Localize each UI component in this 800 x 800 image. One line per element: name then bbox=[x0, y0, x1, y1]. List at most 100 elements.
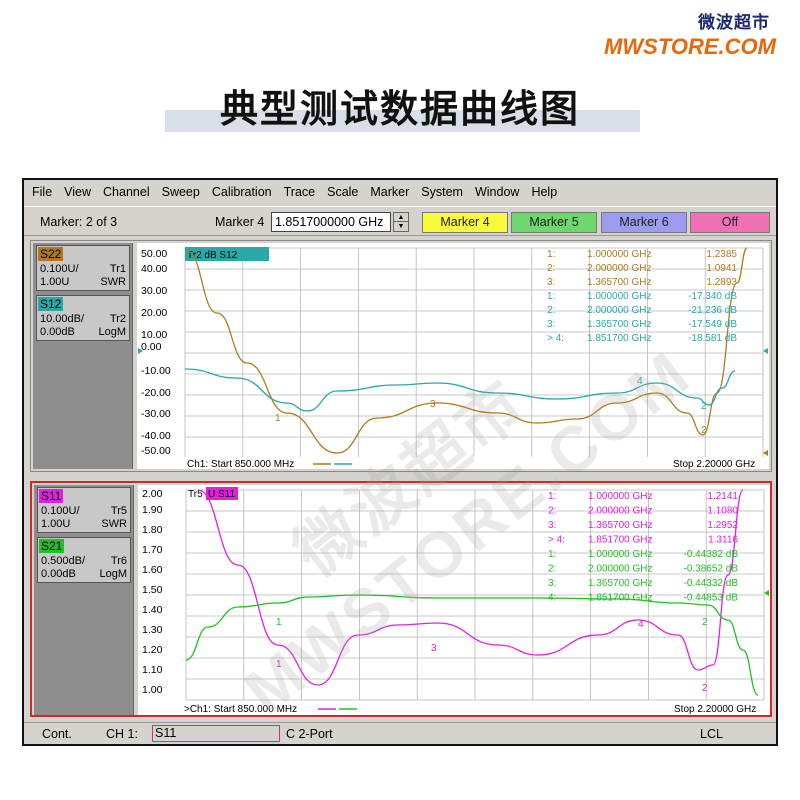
marker-readout-cell: 1.1080 bbox=[707, 506, 738, 517]
trace-box-s21[interactable]: S21 0.500dB/ Tr6 0.00dB LogM bbox=[37, 537, 131, 583]
marker-readout-cell: 1.3116 bbox=[708, 535, 738, 546]
menu-calibration[interactable]: Calibration bbox=[212, 185, 272, 199]
marker-tag: 1 bbox=[275, 413, 281, 424]
channel-1-trace-panel: S22 0.100U/ Tr1 1.00U SWR S12 10.00dB/ T… bbox=[33, 243, 133, 469]
marker-readout-cell: 1.2385 bbox=[706, 249, 737, 260]
trace-box-s12[interactable]: S12 10.00dB/ Tr2 0.00dB LogM bbox=[36, 295, 130, 341]
marker-tag: 3 bbox=[430, 399, 436, 410]
marker-readout-cell: > 4: bbox=[548, 535, 565, 546]
marker-off-button[interactable]: Off bbox=[690, 212, 770, 233]
trace-number: Tr1 bbox=[109, 263, 126, 275]
y-tick: -10.00 bbox=[141, 365, 171, 377]
marker-tags: 1 3 4 2 2 bbox=[275, 376, 707, 436]
marker-readout-cell: -0.38652 dB bbox=[684, 564, 739, 575]
remote-local-status: LCL bbox=[700, 727, 723, 741]
status-bar: Cont. CH 1: S11 C 2-Port LCL bbox=[24, 722, 776, 744]
menu-channel[interactable]: Channel bbox=[103, 185, 150, 199]
y-tick: 1.30 bbox=[142, 624, 163, 636]
menu-sweep[interactable]: Sweep bbox=[162, 185, 200, 199]
y-tick: 1.00 bbox=[142, 684, 163, 696]
marker-readout-cell: -0.44332 dB bbox=[684, 578, 739, 589]
channel-measurement-field[interactable]: S11 bbox=[152, 725, 280, 742]
marker-readout-cell: 3: bbox=[548, 520, 556, 531]
y-axis-ticks: 50.00 40.00 30.00 20.00 10.00 0.00 -10.0… bbox=[141, 248, 171, 457]
y-tick: 30.00 bbox=[141, 285, 167, 297]
brand-name-en: MWSTORE.COM bbox=[604, 34, 776, 59]
marker-readout-cell: 1.2893 bbox=[706, 277, 737, 288]
menu-view[interactable]: View bbox=[64, 185, 91, 199]
trace-scale: 0.500dB/ bbox=[41, 555, 86, 567]
marker-readout-cell: -18.581 dB bbox=[688, 333, 737, 344]
menu-scale[interactable]: Scale bbox=[327, 185, 358, 199]
y-tick: 40.00 bbox=[141, 263, 167, 275]
marker-readout-cell: 1: bbox=[547, 291, 555, 302]
spin-down-icon[interactable]: ▼ bbox=[394, 222, 408, 231]
marker-tag: 3 bbox=[431, 643, 437, 654]
calibration-status: C 2-Port bbox=[286, 727, 333, 741]
active-trace-label: Tr2 dB S12 bbox=[187, 250, 238, 261]
trace-format: LogM bbox=[98, 326, 126, 338]
menu-marker[interactable]: Marker bbox=[370, 185, 409, 199]
marker-tag: 1 bbox=[276, 659, 282, 670]
channel-label: CH 1: bbox=[106, 727, 138, 741]
y-tick: -50.00 bbox=[141, 445, 171, 457]
spin-up-icon[interactable]: ▲ bbox=[394, 213, 408, 222]
marker-frequency-input[interactable] bbox=[271, 212, 391, 232]
marker-readout-cell: 1.365700 GHz bbox=[588, 520, 653, 531]
menu-file[interactable]: File bbox=[32, 185, 52, 199]
marker-tag: 2 bbox=[702, 617, 708, 628]
marker-6-button[interactable]: Marker 6 bbox=[601, 212, 687, 233]
marker-readout-cell: 2.000000 GHz bbox=[587, 263, 652, 274]
sweep-start: Ch1: Start 850.000 MHz bbox=[187, 459, 294, 469]
marker-tag: 2 bbox=[701, 401, 707, 412]
y-tick: 1.90 bbox=[142, 504, 163, 516]
y-tick: 1.70 bbox=[142, 544, 163, 556]
trace-scale: 0.100U/ bbox=[40, 263, 79, 275]
page-title: 典型测试数据曲线图 bbox=[219, 87, 580, 131]
channel-1-plot[interactable]: 50.00 40.00 30.00 20.00 10.00 0.00 -10.0… bbox=[137, 243, 769, 470]
trace-reference: 0.00dB bbox=[41, 568, 76, 580]
trace-number: Tr6 bbox=[110, 555, 127, 567]
marker-status: Marker: 2 of 3 bbox=[40, 215, 118, 229]
trace-box-s22[interactable]: S22 0.100U/ Tr1 1.00U SWR bbox=[36, 245, 130, 291]
reference-arrow-icon bbox=[763, 450, 768, 456]
marker-frequency-spinner[interactable]: ▲ ▼ bbox=[393, 212, 409, 232]
marker-tag: 1 bbox=[276, 617, 282, 628]
marker-readout-cell: 2: bbox=[548, 564, 556, 575]
menu-window[interactable]: Window bbox=[475, 185, 519, 199]
marker-tag: 2 bbox=[701, 425, 707, 436]
marker-readout-cell: 3: bbox=[548, 578, 556, 589]
marker-4-button[interactable]: Marker 4 bbox=[422, 212, 508, 233]
screenshot-root: 微波超市 MWSTORE.COM 典型测试数据曲线图 File View Cha… bbox=[0, 0, 800, 800]
marker-readout-table: 1: 1.000000 GHz 1.2141 2: 2.000000 GHz 1.1080… bbox=[548, 491, 738, 604]
trace-reference: 1.00U bbox=[41, 518, 71, 530]
y-tick: 20.00 bbox=[141, 307, 167, 319]
y-tick: 1.40 bbox=[142, 604, 163, 616]
marker-readout-cell: 2: bbox=[547, 305, 555, 316]
menu-system[interactable]: System bbox=[421, 185, 463, 199]
channel-2-plot[interactable]: 2.00 1.90 1.80 1.70 1.60 1.50 1.40 1.30 … bbox=[138, 485, 770, 715]
y-tick: -30.00 bbox=[141, 408, 171, 420]
marker-field-label: Marker 4 bbox=[215, 215, 265, 229]
marker-readout-cell: 2: bbox=[548, 506, 556, 517]
sweep-mode[interactable]: Cont. bbox=[42, 727, 72, 741]
reference-arrow-icon bbox=[764, 590, 769, 596]
menu-help[interactable]: Help bbox=[531, 185, 557, 199]
marker-readout-cell: > 4: bbox=[547, 333, 564, 344]
trace-name-s22: S22 bbox=[38, 247, 64, 261]
marker-readout-cell: 1.000000 GHz bbox=[588, 491, 653, 502]
trace-reference: 1.00U bbox=[40, 276, 70, 288]
menu-trace[interactable]: Trace bbox=[284, 185, 316, 199]
sweep-stop: Stop 2.20000 GHz bbox=[674, 704, 756, 715]
trace-box-s11[interactable]: S11 0.100U/ Tr5 1.00U SWR bbox=[37, 487, 131, 533]
marker-readout-cell: 2.000000 GHz bbox=[588, 564, 653, 575]
marker-readout-cell: 2.000000 GHz bbox=[588, 506, 653, 517]
marker-5-button[interactable]: Marker 5 bbox=[511, 212, 597, 233]
channel-2-graph: 2.00 1.90 1.80 1.70 1.60 1.50 1.40 1.30 … bbox=[142, 487, 770, 715]
marker-readout-cell: 1.2952 bbox=[707, 520, 738, 531]
sweep-stop: Stop 2.20000 GHz bbox=[673, 459, 755, 469]
trace-s22-curve bbox=[186, 247, 748, 454]
marker-readout-cell: 1.851700 GHz bbox=[588, 593, 653, 604]
channel-2-pane[interactable]: S11 0.100U/ Tr5 1.00U SWR S21 0.500dB/ T… bbox=[30, 481, 772, 717]
channel-1-pane[interactable]: S22 0.100U/ Tr1 1.00U SWR S12 10.00dB/ T… bbox=[30, 240, 772, 472]
